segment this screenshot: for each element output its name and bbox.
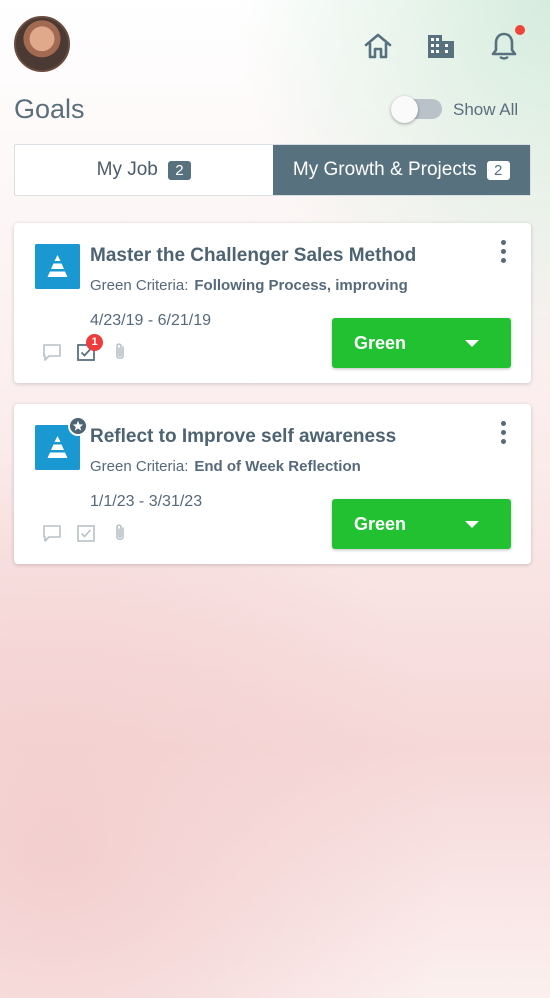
- goal-card[interactable]: Master the Challenger Sales Method Green…: [14, 223, 531, 383]
- goal-dates: 4/23/19 - 6/21/19: [90, 312, 211, 329]
- home-icon[interactable]: [362, 30, 394, 62]
- chevron-down-icon: [465, 521, 479, 528]
- task-count-badge: 1: [86, 334, 103, 351]
- criteria-label: Green Criteria:: [90, 458, 189, 475]
- goal-title[interactable]: Master the Challenger Sales Method: [90, 245, 416, 267]
- notification-dot: [515, 25, 525, 35]
- goal-title[interactable]: Reflect to Improve self awareness: [90, 426, 396, 448]
- pyramid-icon: [35, 244, 80, 289]
- paperclip-icon[interactable]: [109, 522, 131, 544]
- tab-my-growth-projects[interactable]: My Growth & Projects 2: [272, 145, 530, 195]
- status-dropdown[interactable]: Green: [332, 499, 511, 549]
- criteria-label: Green Criteria:: [90, 277, 189, 294]
- comment-icon[interactable]: [41, 341, 63, 363]
- goal-card[interactable]: Reflect to Improve self awareness Green …: [14, 404, 531, 564]
- show-all-toggle-knob[interactable]: [391, 96, 418, 123]
- criteria-value: Following Process, improving: [194, 277, 408, 294]
- comment-icon[interactable]: [41, 522, 63, 544]
- goal-dates: 1/1/23 - 3/31/23: [90, 493, 203, 510]
- chevron-down-icon: [465, 340, 479, 347]
- tab-count-badge: 2: [486, 160, 510, 180]
- tab-label: My Growth & Projects: [292, 159, 477, 180]
- page-title: Goals: [14, 94, 85, 124]
- paperclip-icon[interactable]: [109, 341, 131, 363]
- top-bar: [0, 0, 550, 90]
- criteria-value: End of Week Reflection: [194, 458, 361, 475]
- status-label: Green: [354, 333, 407, 353]
- tab-label: My Job: [96, 159, 158, 180]
- goal-tabs: My Job 2 My Growth & Projects 2: [14, 144, 531, 196]
- star-icon: [68, 416, 88, 436]
- goal-criteria: Green Criteria: End of Week Reflection: [90, 458, 361, 475]
- building-icon[interactable]: [425, 30, 457, 62]
- more-options-icon[interactable]: [498, 421, 508, 447]
- tab-my-job[interactable]: My Job 2: [15, 145, 273, 195]
- more-options-icon[interactable]: [498, 240, 508, 266]
- avatar[interactable]: [14, 16, 70, 72]
- goal-criteria: Green Criteria: Following Process, improv…: [90, 277, 408, 294]
- show-all-label: Show All: [453, 100, 519, 119]
- status-dropdown[interactable]: Green: [332, 318, 511, 368]
- tab-count-badge: 2: [167, 160, 191, 180]
- task-checkbox-icon[interactable]: [75, 522, 97, 544]
- status-label: Green: [354, 514, 407, 534]
- bell-icon[interactable]: [488, 30, 520, 62]
